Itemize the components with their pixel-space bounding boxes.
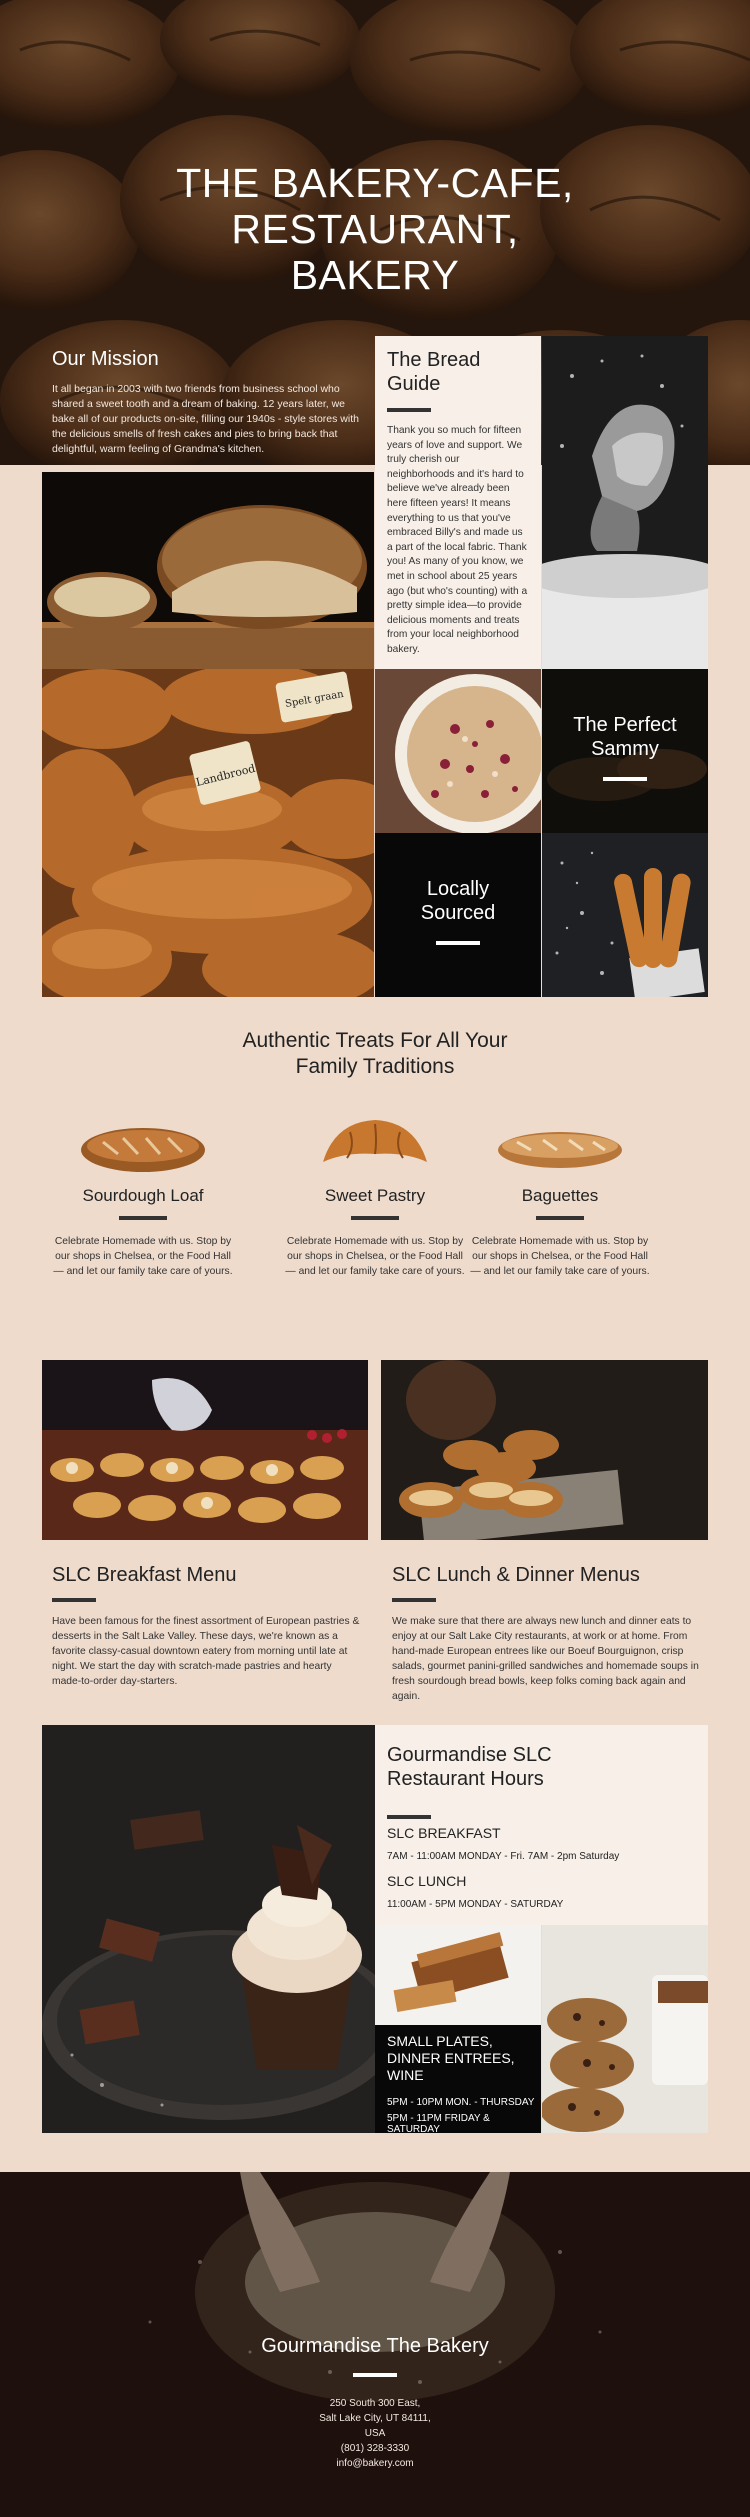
perfect-sammy-tile[interactable]: The Perfect Sammy bbox=[542, 669, 708, 833]
restaurant-hours-card: Gourmandise SLC Restaurant Hours SLC BRE… bbox=[375, 1725, 708, 1925]
small-plates-tile: SMALL PLATES, DINNER ENTREES, WINE 5PM -… bbox=[375, 2025, 541, 2135]
treats-title-line: Family Traditions bbox=[295, 1055, 455, 1078]
treat-name: Sourdough Loaf bbox=[82, 1186, 204, 1205]
footer-address: Salt Lake City, UT 84111, bbox=[319, 2413, 431, 2424]
title-underline bbox=[351, 1216, 399, 1220]
title-underline bbox=[392, 1598, 436, 1602]
breakfast-menu-title: SLC Breakfast Menu bbox=[52, 1564, 237, 1586]
locally-sourced-tile[interactable]: Locally Sourced bbox=[375, 833, 541, 997]
bread-guide-text: Thank you so much for fifteen years of l… bbox=[387, 425, 528, 655]
treat-description: Celebrate Homemade with us. Stop by our … bbox=[470, 1236, 650, 1277]
cupcake-photo bbox=[42, 1725, 375, 2133]
title-underline bbox=[52, 1598, 96, 1602]
cookies-mug-photo bbox=[542, 1925, 708, 2133]
hero-title: THE BAKERY-CAFE, RESTAURANT, BAKERY bbox=[0, 160, 750, 298]
flour-hands-photo bbox=[542, 336, 708, 669]
hero-title-line: BAKERY bbox=[290, 252, 460, 298]
lunch-menu-text: We make sure that there are always new l… bbox=[392, 1616, 699, 1702]
treat-card-baguettes[interactable]: Baguettes Celebrate Homemade with us. St… bbox=[470, 1120, 650, 1279]
footer-address: 250 South 300 East, bbox=[329, 2398, 421, 2409]
title-underline bbox=[119, 1216, 167, 1220]
small-plates-title-line: DINNER ENTREES, bbox=[387, 2050, 515, 2066]
small-plates-title-line: WINE bbox=[387, 2067, 424, 2083]
small-plates-hours: 5PM - 10PM MON. - THURSDAY bbox=[387, 2097, 535, 2108]
bread-guide-card: The Bread Guide Thank you so much for fi… bbox=[375, 336, 541, 669]
bread-basket-photo: Landbrood Spelt graan bbox=[42, 669, 374, 997]
breakfast-menu-text: Have been famous for the finest assortme… bbox=[52, 1616, 360, 1687]
bread-guide-title-line: Guide bbox=[387, 373, 441, 395]
treat-description: Celebrate Homemade with us. Stop by our … bbox=[53, 1236, 233, 1277]
footer-title: Gourmandise The Bakery bbox=[261, 2335, 489, 2357]
treat-name: Sweet Pastry bbox=[324, 1186, 426, 1205]
hours-title-line: Restaurant Hours bbox=[387, 1768, 544, 1790]
locally-sourced-title-line: Locally bbox=[426, 878, 490, 900]
breakfast-hours-label: SLC BREAKFAST bbox=[387, 1825, 501, 1841]
title-underline bbox=[387, 408, 431, 412]
croissant-image bbox=[323, 1120, 427, 1162]
title-underline bbox=[387, 1815, 431, 1819]
treats-title-line: Authentic Treats For All Your bbox=[242, 1029, 508, 1052]
footer-phone[interactable]: (801) 328-3330 bbox=[0, 2443, 750, 2454]
hours-title: Gourmandise SLC Restaurant Hours bbox=[387, 1743, 552, 1791]
treat-description: Celebrate Homemade with us. Stop by our … bbox=[285, 1236, 465, 1277]
title-underline bbox=[436, 941, 480, 945]
locally-sourced-title: Locally Sourced bbox=[375, 877, 541, 925]
mission-title: Our Mission bbox=[52, 348, 159, 370]
hero-title-line: THE BAKERY-CAFE, bbox=[176, 160, 574, 206]
breakfast-pastries-photo bbox=[42, 1360, 368, 1540]
footer-address: USA bbox=[364, 2428, 386, 2439]
loaf-cake-photo bbox=[375, 1925, 541, 2025]
baguettes-image bbox=[498, 1132, 622, 1168]
treat-name: Baguettes bbox=[521, 1186, 599, 1205]
title-underline bbox=[353, 2373, 397, 2377]
treat-card-pastry[interactable]: Sweet Pastry Celebrate Homemade with us.… bbox=[285, 1112, 465, 1279]
small-plates-hours: 5PM - 11PM FRIDAY & SATURDAY bbox=[387, 2113, 490, 2135]
churros-photo bbox=[542, 833, 708, 997]
title-underline bbox=[536, 1216, 584, 1220]
perfect-sammy-title-line: Sammy bbox=[591, 738, 659, 760]
lunch-hours-label: SLC LUNCH bbox=[387, 1873, 467, 1889]
locally-sourced-title-line: Sourced bbox=[420, 902, 496, 924]
treats-title: Authentic Treats For All Your Family Tra… bbox=[0, 1028, 750, 1080]
lunch-hours: 11:00AM - 5PM MONDAY - SATURDAY bbox=[387, 1899, 564, 1910]
footer-email[interactable]: info@bakery.com bbox=[0, 2458, 750, 2469]
sourdough-board-photo bbox=[42, 472, 374, 669]
hours-title-line: Gourmandise SLC bbox=[387, 1744, 552, 1766]
mission-text: It all began in 2003 with two friends fr… bbox=[52, 383, 359, 455]
treat-card-sourdough[interactable]: Sourdough Loaf Celebrate Homemade with u… bbox=[53, 1120, 233, 1279]
small-plates-title: SMALL PLATES, DINNER ENTREES, WINE bbox=[387, 2033, 515, 2084]
title-underline bbox=[603, 777, 647, 781]
lunch-menu-title: SLC Lunch & Dinner Menus bbox=[392, 1564, 640, 1586]
sourdough-loaf-image bbox=[81, 1128, 205, 1172]
hero-title-line: RESTAURANT, bbox=[231, 206, 519, 252]
lunch-cookies-photo bbox=[381, 1360, 708, 1540]
bread-guide-title-line: The Bread bbox=[387, 349, 481, 371]
perfect-sammy-title-line: The Perfect bbox=[573, 714, 677, 736]
bread-guide-title: The Bread Guide bbox=[387, 348, 529, 396]
cranberry-cake-photo bbox=[375, 669, 541, 833]
small-plates-title-line: SMALL PLATES, bbox=[387, 2033, 493, 2049]
perfect-sammy-title: The Perfect Sammy bbox=[542, 713, 708, 761]
breakfast-hours: 7AM - 11:00AM MONDAY - Fri. 7AM - 2pm Sa… bbox=[387, 1851, 620, 1862]
